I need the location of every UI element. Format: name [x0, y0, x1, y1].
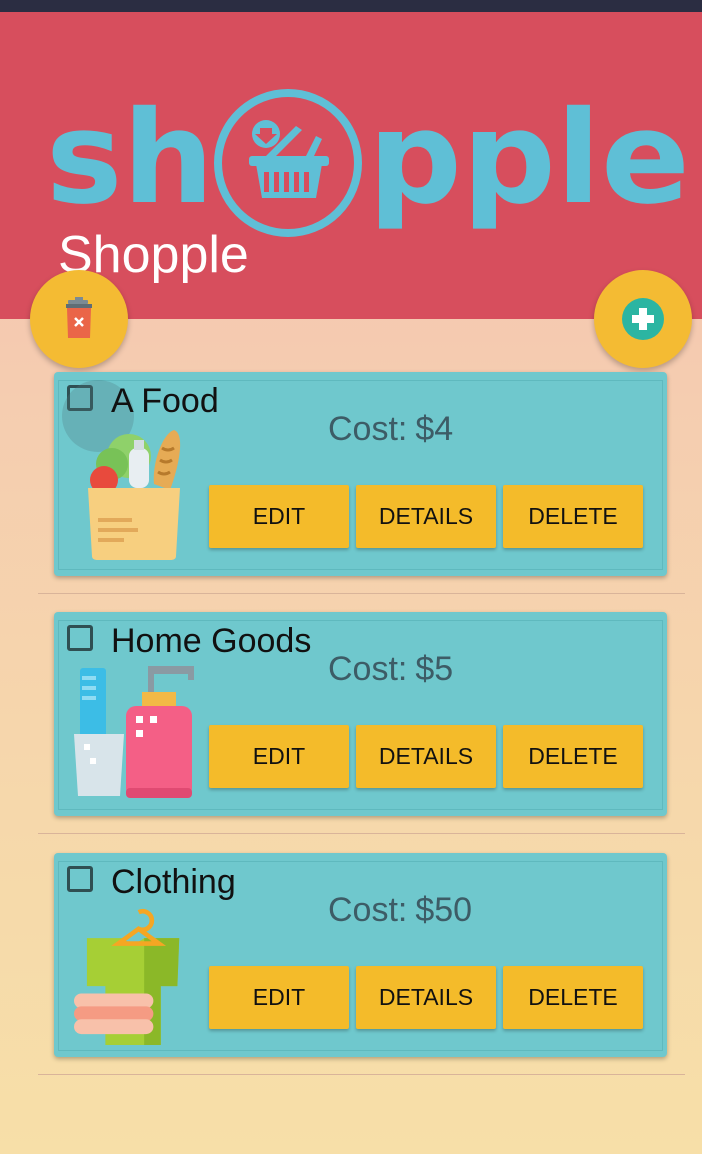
divider	[38, 1074, 685, 1075]
edit-button[interactable]: EDIT	[209, 485, 349, 548]
list-item: Home Goods Cost: $5 EDIT DETAILS DELETE	[54, 612, 667, 816]
item-checkbox[interactable]	[67, 866, 93, 892]
delete-button[interactable]: DELETE	[503, 725, 643, 788]
details-button[interactable]: DETAILS	[356, 485, 496, 548]
details-button[interactable]: DETAILS	[356, 725, 496, 788]
divider	[38, 593, 685, 594]
list-item: Clothing Cost: $50 EDIT DETAILS DELETE	[54, 853, 667, 1057]
home-goods-icon	[74, 666, 194, 798]
details-button[interactable]: DETAILS	[356, 966, 496, 1029]
item-checkbox[interactable]	[67, 625, 93, 651]
item-checkbox[interactable]	[62, 380, 134, 452]
cost-label: Cost:	[328, 650, 408, 688]
item-cost: Cost: $5	[328, 648, 453, 690]
cost-label: Cost:	[328, 410, 408, 448]
trash-icon	[66, 297, 92, 338]
delete-selected-fab[interactable]	[30, 270, 128, 368]
shopple-logo: sh pple	[46, 84, 690, 237]
list-item: A Food Cost: $4 EDIT DETAILS DELETE	[54, 372, 667, 576]
cost-label: Cost:	[328, 891, 408, 929]
delete-button[interactable]: DELETE	[503, 966, 643, 1029]
status-bar	[0, 0, 702, 12]
item-cost: Cost: $50	[328, 889, 472, 931]
cost-value: $4	[415, 410, 454, 448]
edit-button[interactable]: EDIT	[209, 725, 349, 788]
add-circle-icon	[622, 298, 664, 340]
item-cost: Cost: $4	[328, 408, 453, 450]
cost-value: $50	[415, 891, 473, 929]
item-name: Clothing	[111, 863, 236, 901]
edit-button[interactable]: EDIT	[209, 966, 349, 1029]
svg-text:pple: pple	[368, 84, 690, 233]
add-item-fab[interactable]	[594, 270, 692, 368]
grocery-bag-icon	[88, 430, 181, 560]
cost-value: $5	[415, 650, 454, 688]
item-name: Home Goods	[111, 622, 312, 660]
divider	[38, 833, 685, 834]
delete-button[interactable]: DELETE	[503, 485, 643, 548]
item-name: A Food	[111, 382, 219, 420]
svg-text:sh: sh	[46, 84, 214, 233]
clothing-icon	[74, 909, 180, 1045]
